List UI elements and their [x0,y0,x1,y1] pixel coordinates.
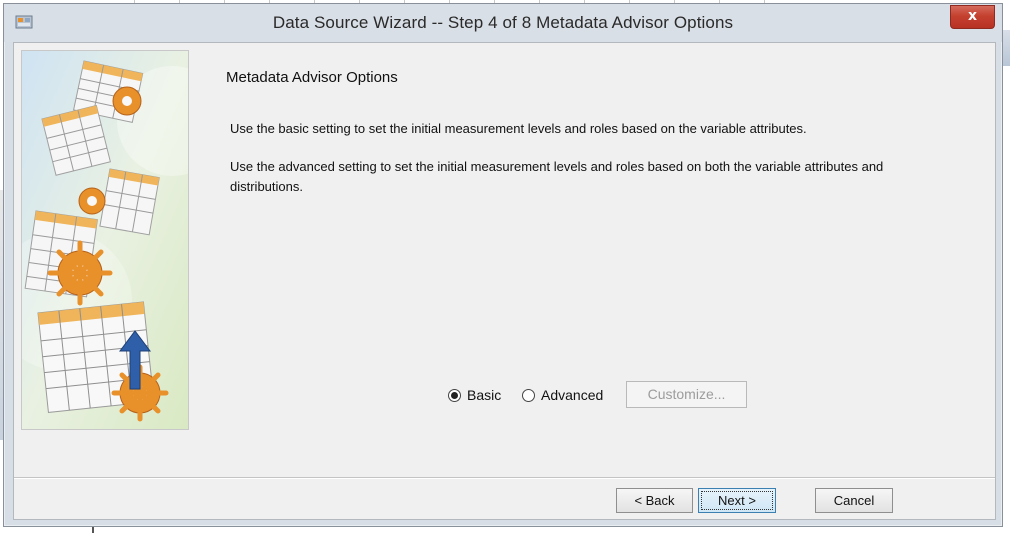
back-button[interactable]: < Back [616,488,693,513]
cancel-button[interactable]: Cancel [815,488,893,513]
basic-description: Use the basic setting to set the initial… [230,121,807,136]
advanced-radio-label[interactable]: Advanced [541,387,603,403]
basic-radio-label[interactable]: Basic [467,387,501,403]
focus-ring [701,491,773,510]
advanced-radio-option[interactable]: Advanced [522,381,603,409]
page-heading: Metadata Advisor Options [226,69,398,86]
title-bar[interactable]: Data Source Wizard -- Step 4 of 8 Metada… [4,4,1002,42]
advanced-radio-button[interactable] [522,388,535,402]
basic-radio-option[interactable]: Basic [448,381,501,409]
advanced-description: Use the advanced setting to set the init… [230,159,884,194]
customize-button[interactable]: Customize... [626,381,747,408]
next-button[interactable]: Next > [698,488,776,513]
close-button[interactable]: x [950,5,995,29]
wizard-client-area: Metadata Advisor Options Use the basic s… [13,42,996,520]
wizard-dialog: Data Source Wizard -- Step 4 of 8 Metada… [3,3,1003,527]
background-tick [92,526,94,533]
basic-radio-button[interactable] [448,388,461,402]
wizard-illustration [21,50,189,430]
close-icon: x [967,8,978,24]
footer-separator [14,477,995,479]
background-right-edge [1003,30,1010,66]
window-title: Data Source Wizard -- Step 4 of 8 Metada… [272,13,734,32]
